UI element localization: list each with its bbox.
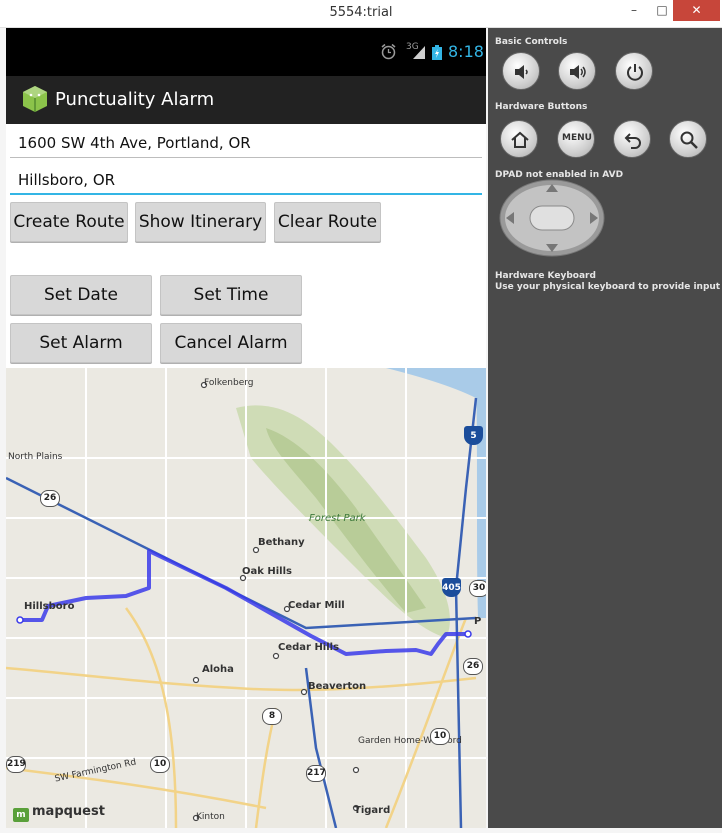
- show-itinerary-button[interactable]: Show Itinerary: [135, 202, 266, 242]
- status-bar: 3G 8:18: [6, 28, 486, 76]
- status-time: 8:18: [448, 42, 484, 61]
- dpad-control: [499, 179, 605, 257]
- map-label-oak-hills: Oak Hills: [242, 566, 292, 577]
- close-button[interactable]: ✕: [673, 0, 720, 21]
- volume-down-icon: [515, 65, 528, 79]
- us-26-shield-east: 26: [463, 658, 483, 675]
- volume-up-icon: [570, 65, 586, 79]
- window-titlebar: 5554:trial – □ ✕: [0, 0, 722, 28]
- or-10-shield-east: 10: [430, 728, 450, 745]
- map-label-tigard: Tigard: [354, 805, 391, 816]
- search-icon: [680, 131, 698, 149]
- map-label-north-plains: North Plains: [8, 452, 63, 462]
- map-canvas: [6, 368, 486, 828]
- or-217-shield: 217: [306, 765, 326, 782]
- basic-controls-heading: Basic Controls: [495, 37, 568, 47]
- route-map[interactable]: Folkenberg North Plains Forest Park Beth…: [6, 368, 486, 828]
- i-5-shield: 5: [464, 426, 483, 445]
- back-icon: [624, 133, 641, 149]
- action-bar: Punctuality Alarm: [6, 76, 486, 124]
- hardware-keyboard-note: Use your physical keyboard to provide in…: [495, 282, 721, 292]
- maximize-button[interactable]: □: [648, 0, 676, 21]
- hardware-buttons-heading: Hardware Buttons: [495, 102, 588, 112]
- or-8-shield: 8: [262, 708, 282, 725]
- emulator-control-panel: Basic Controls Hardware Buttons MENU DPA…: [488, 28, 722, 828]
- map-label-hillsboro: Hillsboro: [24, 601, 75, 612]
- window-title: 5554:trial: [329, 5, 393, 20]
- power-icon: [627, 64, 643, 81]
- battery-icon: [432, 45, 442, 60]
- back-button[interactable]: [613, 120, 651, 158]
- map-label-bethany: Bethany: [258, 537, 305, 548]
- app-title: Punctuality Alarm: [55, 89, 215, 110]
- origin-address-field[interactable]: 1600 SW 4th Ave, Portland, OR: [10, 128, 482, 158]
- map-label-cedar-hills: Cedar Hills: [278, 642, 340, 653]
- menu-button-label: MENU: [562, 133, 592, 143]
- us-30-shield: 30: [469, 580, 486, 597]
- or-10-shield-west: 10: [150, 756, 170, 773]
- set-date-button[interactable]: Set Date: [10, 275, 152, 315]
- cancel-alarm-button[interactable]: Cancel Alarm: [160, 323, 302, 363]
- map-label-folkenberg: Folkenberg: [204, 378, 254, 388]
- or-219-shield: 219: [6, 756, 26, 773]
- map-label-beaverton: Beaverton: [308, 681, 367, 692]
- i-405-shield: 405: [442, 578, 461, 597]
- mapquest-logo: m mapquest: [13, 804, 105, 822]
- create-route-button[interactable]: Create Route: [10, 202, 128, 242]
- set-alarm-button[interactable]: Set Alarm: [10, 323, 152, 363]
- signal-icon: [413, 46, 425, 59]
- volume-up-button[interactable]: [558, 52, 596, 90]
- clear-route-button[interactable]: Clear Route: [274, 202, 381, 242]
- destination-address-field[interactable]: Hillsboro, OR: [10, 165, 482, 195]
- us-26-shield-west: 26: [40, 490, 60, 507]
- map-label-aloha: Aloha: [202, 664, 234, 675]
- search-button[interactable]: [669, 120, 707, 158]
- set-time-button[interactable]: Set Time: [160, 275, 302, 315]
- map-label-cedar-mill: Cedar Mill: [288, 600, 345, 611]
- map-label-forest-park: Forest Park: [309, 513, 366, 524]
- map-label-kinton: Kinton: [196, 812, 225, 822]
- minimize-button[interactable]: –: [620, 0, 648, 21]
- device-screen: 3G 8:18 Punctuality Alarm 1600 SW 4th Av…: [6, 28, 486, 828]
- map-label-portland: P: [474, 616, 482, 627]
- home-icon: [511, 131, 529, 148]
- menu-button[interactable]: MENU: [557, 120, 595, 158]
- route-end-marker: [464, 630, 472, 638]
- hardware-keyboard-heading: Hardware Keyboard: [495, 271, 596, 281]
- alarm-icon: [381, 43, 396, 60]
- power-button[interactable]: [615, 52, 653, 90]
- route-start-marker: [16, 616, 24, 624]
- volume-down-button[interactable]: [502, 52, 540, 90]
- home-button[interactable]: [500, 120, 538, 158]
- mapquest-label: mapquest: [32, 804, 105, 819]
- android-app-icon: [23, 86, 47, 112]
